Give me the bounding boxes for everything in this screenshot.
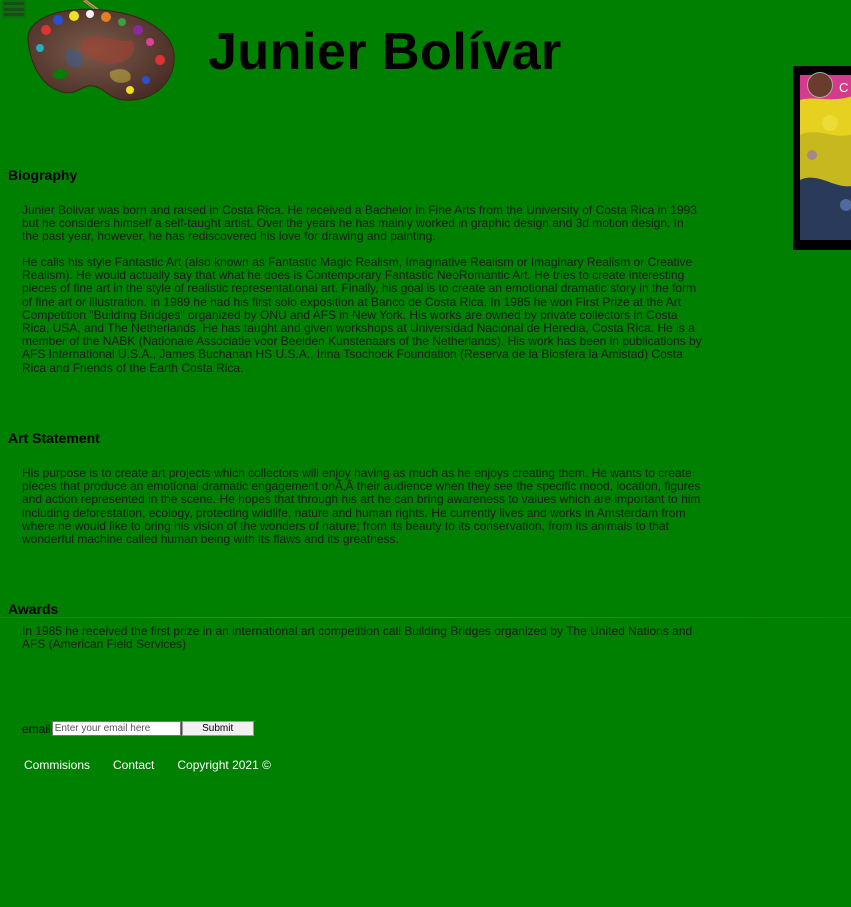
footer-link-contact[interactable]: Contact [113,758,154,772]
hamburger-bar [4,2,24,5]
channel-avatar-icon[interactable] [807,72,833,98]
art-statement-heading: Art Statement [8,430,100,446]
video-title[interactable]: C [839,80,848,95]
biography-paragraph: He calls his style Fantastic Art (also k… [22,255,702,375]
footer-nav: Commisions Contact Copyright 2021 © [24,758,271,772]
video-thumbnail[interactable] [800,75,851,240]
copyright-text: Copyright 2021 © [177,758,271,772]
paint-palette-logo [27,0,175,101]
hamburger-bar [4,13,24,16]
awards-paragraph: In 1985 he received the first prize in a… [22,624,693,652]
art-statement-paragraph: His purpose is to create art projects wh… [22,466,701,547]
biography-heading: Biography [8,167,78,183]
section-divider [0,617,851,618]
embedded-video[interactable]: C [793,66,851,250]
email-subscribe-form: email Submit [22,721,254,736]
email-label: email [22,721,51,736]
hamburger-bar [4,7,24,11]
site-title: Junier Bolívar [208,23,562,81]
footer-link-commissions[interactable]: Commisions [24,758,90,772]
awards-heading: Awards [8,601,59,617]
email-input[interactable] [51,721,181,736]
submit-button[interactable]: Submit [181,721,254,736]
biography-paragraph: Junier Bolivar was born and raised in Co… [22,203,697,244]
